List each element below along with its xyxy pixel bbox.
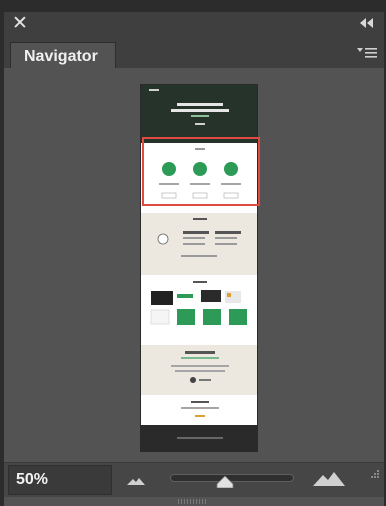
- zoom-controls: 50%: [4, 462, 384, 497]
- close-icon[interactable]: ✕: [12, 13, 32, 33]
- double-chevron-left-icon[interactable]: [358, 16, 376, 30]
- view-area-rectangle[interactable]: [142, 137, 260, 206]
- tab-row: Navigator: [4, 38, 384, 72]
- panel-footer: [4, 497, 384, 506]
- large-mountain-icon[interactable]: [312, 469, 346, 487]
- navigator-panel: ✕ Navigator 50%: [4, 12, 384, 506]
- panel-menu-icon[interactable]: [356, 45, 378, 61]
- zoom-level-field[interactable]: 50%: [8, 465, 112, 495]
- panel-title-bar[interactable]: ✕: [4, 12, 384, 38]
- small-mountain-icon[interactable]: [126, 474, 146, 486]
- resize-grip-icon[interactable]: [368, 469, 380, 481]
- footer-grip[interactable]: [178, 499, 208, 504]
- navigator-preview-area: [4, 68, 384, 460]
- zoom-slider-thumb[interactable]: [216, 476, 234, 488]
